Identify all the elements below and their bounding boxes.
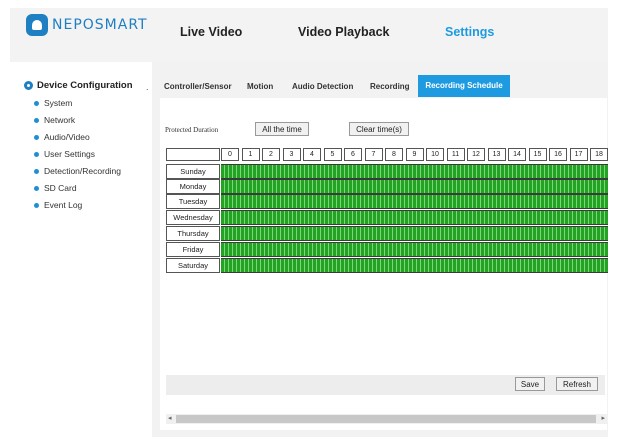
- brand-name: NEPOSMART: [52, 17, 148, 33]
- hour-header: 18: [590, 148, 608, 161]
- hour-header: 1: [241, 148, 260, 161]
- hour-header: 13: [487, 148, 506, 161]
- day-label-tuesday: Tuesday: [166, 194, 220, 209]
- sidebar-item-label: Detection/Recording: [44, 166, 122, 176]
- brand-logo: NEPOSMART: [26, 14, 148, 36]
- sidebar-item-audio-video[interactable]: Audio/Video: [34, 132, 90, 142]
- clear-times-button[interactable]: Clear time(s): [349, 122, 409, 136]
- logo-icon: [26, 14, 48, 36]
- hour-header: 17: [569, 148, 588, 161]
- bullet-icon: [34, 151, 39, 157]
- day-label-monday: Monday: [166, 179, 220, 194]
- sidebar-item-label: User Settings: [44, 149, 96, 159]
- day-label-sunday: Sunday: [166, 164, 220, 179]
- scroll-right-icon[interactable]: ▸: [601, 414, 605, 424]
- sidebar-item-label: Network: [44, 115, 76, 125]
- hour-header: 5: [323, 148, 342, 161]
- tab-recording-schedule[interactable]: Recording Schedule: [418, 75, 510, 97]
- scroll-left-icon[interactable]: ◂: [168, 414, 172, 424]
- bullet-icon: [34, 168, 39, 174]
- sidebar-item-label: Event Log: [44, 200, 83, 210]
- hour-header: 11: [446, 148, 465, 161]
- sidebar-item-network[interactable]: Network: [34, 115, 75, 125]
- tab-recording[interactable]: Recording: [370, 82, 410, 91]
- schedule-row-monday[interactable]: [221, 179, 608, 194]
- scrollbar-thumb[interactable]: [176, 415, 596, 423]
- hour-header: 10: [426, 148, 444, 161]
- all-the-time-button[interactable]: All the time: [255, 122, 309, 136]
- hour-header: 12: [467, 148, 485, 161]
- sidebar-section-device-configuration[interactable]: Device Configuration: [24, 80, 133, 91]
- horizontal-scrollbar[interactable]: ◂ ▸: [166, 414, 607, 424]
- sidebar: Device Configuration .: [10, 62, 152, 437]
- hour-header: 9: [405, 148, 424, 161]
- sidebar-item-label: Audio/Video: [44, 132, 90, 142]
- nav-video-playback[interactable]: Video Playback: [298, 25, 390, 39]
- bullet-icon: [34, 100, 39, 106]
- hour-header: 6: [344, 148, 362, 161]
- hour-header: 16: [549, 148, 567, 161]
- schedule-row-friday[interactable]: [221, 242, 608, 257]
- schedule-row-thursday[interactable]: [221, 226, 608, 241]
- day-label-saturday: Saturday: [166, 258, 220, 273]
- schedule-row-saturday[interactable]: [221, 258, 608, 273]
- sidebar-item-event-log[interactable]: Event Log: [34, 200, 82, 210]
- sidebar-item-user-settings[interactable]: User Settings: [34, 149, 95, 159]
- sidebar-item-detection-recording[interactable]: Detection/Recording: [34, 166, 121, 176]
- schedule-row-sunday[interactable]: [221, 164, 608, 179]
- collapse-caret[interactable]: .: [146, 82, 149, 92]
- schedule-row-tuesday[interactable]: [221, 194, 608, 209]
- bullet-icon: [34, 185, 39, 191]
- protected-duration-label: Protected Duration: [165, 126, 219, 134]
- bullet-icon: [34, 117, 39, 123]
- hour-header: 7: [364, 148, 383, 161]
- sidebar-item-sd-card[interactable]: SD Card: [34, 183, 77, 193]
- tab-motion[interactable]: Motion: [247, 82, 273, 91]
- hour-header: 4: [303, 148, 321, 161]
- tab-controller-sensor[interactable]: Controller/Sensor: [164, 82, 232, 91]
- sidebar-item-label: SD Card: [44, 183, 77, 193]
- tab-audio-detection[interactable]: Audio Detection: [292, 82, 353, 91]
- refresh-button[interactable]: Refresh: [556, 377, 598, 391]
- bullet-icon: [34, 134, 39, 140]
- bullet-icon: [34, 202, 39, 208]
- grid-corner: [166, 148, 220, 161]
- day-label-thursday: Thursday: [166, 226, 220, 241]
- day-label-wednesday: Wednesday: [166, 210, 220, 225]
- schedule-row-wednesday[interactable]: [221, 210, 608, 225]
- day-label-friday: Friday: [166, 242, 220, 257]
- nav-settings[interactable]: Settings: [445, 25, 494, 39]
- hour-header: 3: [282, 148, 301, 161]
- gear-icon: [24, 81, 33, 90]
- hour-header: 0: [221, 148, 239, 161]
- schedule-grid[interactable]: 0 1 2 3 4 5 6 7 8 9 10 11 12 13 14 15 16…: [166, 148, 608, 277]
- hour-header: 15: [528, 148, 547, 161]
- nav-live-video[interactable]: Live Video: [180, 25, 242, 39]
- hour-header: 2: [262, 148, 280, 161]
- hour-header: 8: [385, 148, 403, 161]
- hour-header: 14: [508, 148, 526, 161]
- sidebar-item-system[interactable]: System: [34, 98, 72, 108]
- save-button[interactable]: Save: [515, 377, 545, 391]
- sidebar-item-label: System: [44, 98, 73, 108]
- sidebar-section-label: Device Configuration: [37, 80, 133, 91]
